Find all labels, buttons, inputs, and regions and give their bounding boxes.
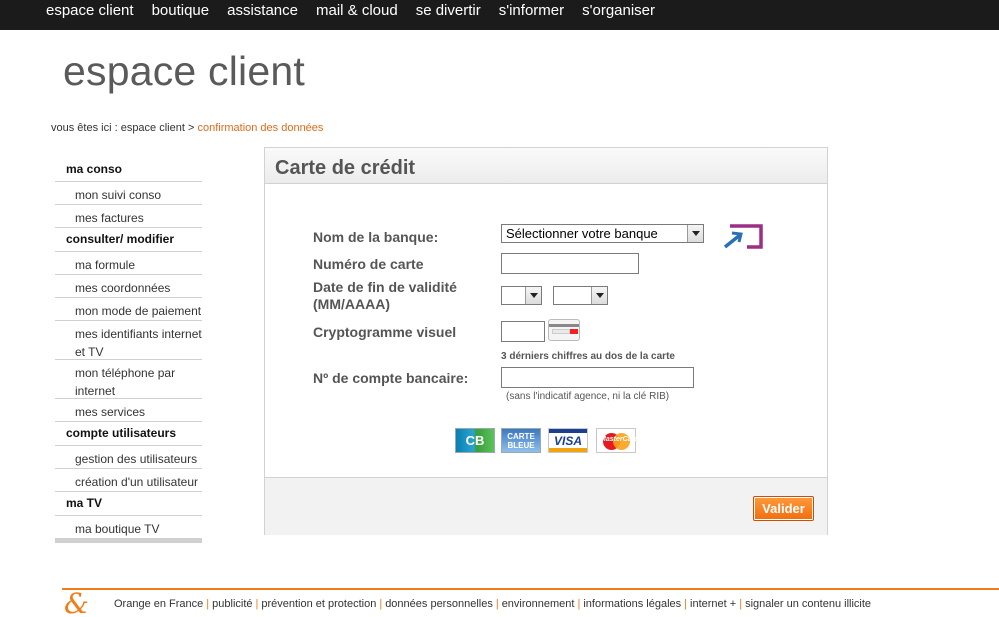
bank-select[interactable]: Sélectionner votre banque <box>501 224 704 243</box>
cb-logo-text: CB <box>465 433 485 448</box>
card-number-label: Numéro de carte <box>313 256 424 272</box>
footer-link-orange-france[interactable]: Orange en France <box>114 598 203 610</box>
sidebar-item-gestion-utilisateurs[interactable]: gestion des utilisateurs <box>55 446 202 469</box>
top-nav-espace-client[interactable]: espace client <box>46 2 134 19</box>
sidebar-section-ma-conso: ma conso <box>55 158 202 182</box>
bank-name-label: Nom de la banque: <box>313 229 439 245</box>
footer-link-donnees-personnelles[interactable]: données personnelles <box>385 598 493 610</box>
footer-separator: | <box>684 598 688 610</box>
visa-logo: VISA <box>548 428 588 453</box>
footer-links: Orange en France | publicité | prévention et… <box>114 598 871 610</box>
breadcrumb-prefix[interactable]: vous êtes ici : espace client > <box>51 122 194 134</box>
expiry-label-line1: Date de fin de validité <box>313 279 457 295</box>
carte-bleue-line2: BLEUE <box>507 440 535 450</box>
card-magnetic-stripe <box>549 324 579 327</box>
footer-rule <box>62 588 999 590</box>
footer-separator: | <box>495 598 499 610</box>
sidebar-item-mode-paiement[interactable]: mon mode de paiement <box>55 298 202 321</box>
sidebar-item-suivi-conso[interactable]: mon suivi conso <box>55 182 202 205</box>
sidebar-section-consulter-modifier: consulter/ modifier <box>55 228 202 252</box>
expiry-label-line2: (MM/AAAA) <box>313 296 390 312</box>
sidebar-section-ma-tv: ma TV <box>55 492 202 516</box>
bank-select-value: Sélectionner votre banque <box>506 226 658 241</box>
expiry-label: Date de fin de validité (MM/AAAA) <box>313 279 457 313</box>
sidebar-item-boutique-tv[interactable]: ma boutique TV <box>55 516 202 539</box>
card-signature-strip <box>552 329 570 334</box>
breadcrumb: vous êtes ici : espace client > confirma… <box>51 122 323 134</box>
mastercard-logo: MasterCard <box>596 428 639 453</box>
credit-card-panel: Carte de crédit <box>264 147 828 535</box>
top-nav-mail-cloud[interactable]: mail & cloud <box>316 2 398 19</box>
cvv-label: Cryptogramme visuel <box>313 324 457 340</box>
orange-ampersand-logo: & <box>64 587 89 617</box>
chevron-down-icon <box>687 225 703 242</box>
top-nav-assistance[interactable]: assistance <box>227 2 298 19</box>
expiry-year-select[interactable] <box>553 286 608 305</box>
top-nav-s-organiser[interactable]: s'organiser <box>582 2 655 19</box>
carte-bleue-logo-text: CARTE BLEUE <box>507 432 535 450</box>
footer-link-prevention[interactable]: prévention et protection <box>261 598 376 610</box>
sidebar: ma conso mon suivi conso mes factures co… <box>55 158 202 543</box>
sidebar-item-coordonnees[interactable]: mes coordonnées <box>55 275 202 298</box>
mastercard-logo-text: MasterCard <box>600 436 639 443</box>
sidebar-section-compte-utilisateurs: compte utilisateurs <box>55 422 202 446</box>
footer-link-internet-plus[interactable]: internet + <box>690 598 736 610</box>
sidebar-bottom-rule <box>55 539 202 543</box>
cb-logo: CB <box>455 428 495 453</box>
top-nav: espace client boutique assistance mail &… <box>46 2 655 19</box>
footer-separator: | <box>379 598 383 610</box>
footer-separator: | <box>206 598 210 610</box>
account-hint: (sans l'indicatif agence, ni la clé RIB) <box>506 391 670 402</box>
cvv-input[interactable] <box>501 321 545 342</box>
card-cvv-highlight <box>570 329 578 334</box>
sidebar-item-identifiants[interactable]: mes identifiants internet et TV <box>55 321 202 360</box>
sidebar-item-creation-utilisateur[interactable]: création d'un utilisateur <box>55 469 202 492</box>
footer-link-environnement[interactable]: environnement <box>502 598 575 610</box>
card-transfer-icon <box>723 224 763 249</box>
top-nav-boutique[interactable]: boutique <box>152 2 210 19</box>
breadcrumb-current: confirmation des données <box>197 122 324 134</box>
footer-link-informations-legales[interactable]: informations légales <box>583 598 681 610</box>
valider-button[interactable]: Valider <box>753 496 814 521</box>
sidebar-item-services[interactable]: mes services <box>55 399 202 422</box>
cvv-hint: 3 dérniers chiffres au dos de la carte <box>501 351 675 362</box>
chevron-down-icon <box>591 287 607 304</box>
footer-link-publicite[interactable]: publicité <box>212 598 252 610</box>
cvv-card-back-icon <box>548 319 580 341</box>
top-nav-se-divertir[interactable]: se divertir <box>416 2 481 19</box>
footer-separator: | <box>255 598 259 610</box>
chevron-down-icon <box>525 287 541 304</box>
sidebar-item-telephone-internet[interactable]: mon téléphone par internet <box>55 360 202 399</box>
sidebar-item-factures[interactable]: mes factures <box>55 205 202 228</box>
card-number-input[interactable] <box>501 253 639 274</box>
carte-bleue-logo: CARTE BLEUE <box>501 428 541 453</box>
panel-footer <box>265 477 827 535</box>
sidebar-item-formule[interactable]: ma formule <box>55 252 202 275</box>
panel-title: Carte de crédit <box>275 157 416 179</box>
panel-header: Carte de crédit <box>265 148 827 184</box>
footer-separator: | <box>577 598 581 610</box>
carte-bleue-line1: CARTE <box>507 431 535 441</box>
account-number-input[interactable] <box>501 367 694 388</box>
visa-logo-text: VISA <box>553 433 582 448</box>
top-nav-s-informer[interactable]: s'informer <box>499 2 564 19</box>
page-title: espace client <box>63 48 305 94</box>
footer-separator: | <box>739 598 743 610</box>
top-navigation-bar: espace client boutique assistance mail &… <box>0 0 999 30</box>
expiry-month-select[interactable] <box>501 286 542 305</box>
account-number-label: Nº de compte bancaire: <box>313 370 469 386</box>
footer-link-signaler[interactable]: signaler un contenu illicite <box>745 598 871 610</box>
